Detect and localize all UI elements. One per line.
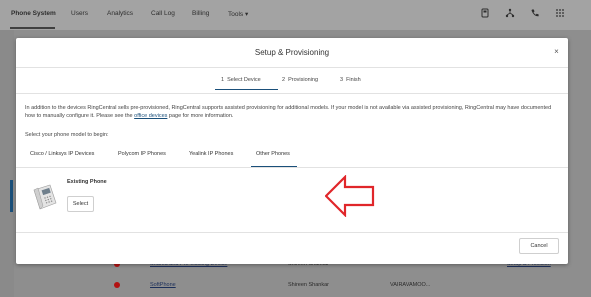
network-icon[interactable] bbox=[505, 8, 515, 18]
tab-other-phones[interactable]: Other Phones bbox=[256, 151, 290, 157]
office-devices-link[interactable]: office devices bbox=[134, 113, 167, 119]
step-provisioning: 2 Provisioning bbox=[282, 77, 318, 83]
annotation-arrow-icon bbox=[325, 175, 375, 217]
step-select-device: 1 Select Device bbox=[221, 77, 261, 83]
device-name: Existing Phone bbox=[67, 179, 107, 185]
header-divider bbox=[16, 67, 568, 68]
step-label: Select Device bbox=[227, 77, 261, 83]
device-name-link[interactable]: SoftPhone bbox=[150, 282, 176, 288]
desk-phone-image bbox=[31, 181, 59, 211]
grid-icon[interactable] bbox=[555, 8, 565, 18]
tab-polycom[interactable]: Polycom IP Phones bbox=[118, 151, 166, 157]
background-sidebar bbox=[0, 30, 14, 297]
table-row: SoftPhone Shireen Shankar VAIRAVAMOO... bbox=[103, 279, 573, 293]
nav-users[interactable]: Users bbox=[71, 10, 88, 17]
step-label: Finish bbox=[346, 77, 361, 83]
top-navigation: Phone System Users Analytics Call Log Bi… bbox=[0, 0, 591, 30]
tabs-divider bbox=[16, 167, 568, 168]
step-number: 2 bbox=[282, 77, 286, 83]
step-label: Provisioning bbox=[288, 77, 319, 83]
footer-divider bbox=[16, 232, 568, 233]
phone-icon[interactable] bbox=[530, 8, 540, 18]
tab-yealink[interactable]: Yealink IP Phones bbox=[189, 151, 233, 157]
nav-phone-system[interactable]: Phone System bbox=[11, 10, 56, 17]
cancel-button[interactable]: Cancel bbox=[519, 238, 559, 254]
select-button[interactable]: Select bbox=[67, 196, 94, 212]
step-finish: 3 Finish bbox=[340, 77, 361, 83]
setup-provisioning-dialog: Setup & Provisioning × 1 Select Device 2P… bbox=[16, 38, 568, 264]
dialog-title: Setup & Provisioning bbox=[254, 48, 330, 57]
active-step-indicator bbox=[215, 89, 278, 90]
background-sidebar-active-marker bbox=[10, 180, 13, 212]
info-text: In addition to the devices RingCentral s… bbox=[25, 104, 561, 120]
steps-divider bbox=[16, 93, 568, 94]
info-text-part: page for more information. bbox=[167, 113, 234, 119]
status-dot-icon bbox=[114, 282, 120, 288]
info-text-part: In addition to the devices RingCentral s… bbox=[25, 105, 552, 119]
step-number: 1 bbox=[221, 77, 225, 83]
nav-analytics[interactable]: Analytics bbox=[107, 10, 133, 17]
nav-tools[interactable]: Tools ▾ bbox=[228, 10, 248, 18]
nav-active-indicator bbox=[10, 27, 55, 29]
step-number: 3 bbox=[340, 77, 344, 83]
nav-call-log[interactable]: Call Log bbox=[151, 10, 175, 17]
tab-cisco-linksys[interactable]: Cisco / Linksys IP Devices bbox=[30, 151, 94, 157]
device-user: Shireen Shankar bbox=[288, 282, 329, 288]
device-extra: VAIRAVAMOO... bbox=[390, 282, 431, 288]
device-icon[interactable] bbox=[480, 8, 490, 18]
nav-billing[interactable]: Billing bbox=[192, 10, 209, 17]
close-icon[interactable]: × bbox=[552, 47, 561, 56]
select-model-prompt: Select your phone model to begin: bbox=[25, 132, 109, 138]
